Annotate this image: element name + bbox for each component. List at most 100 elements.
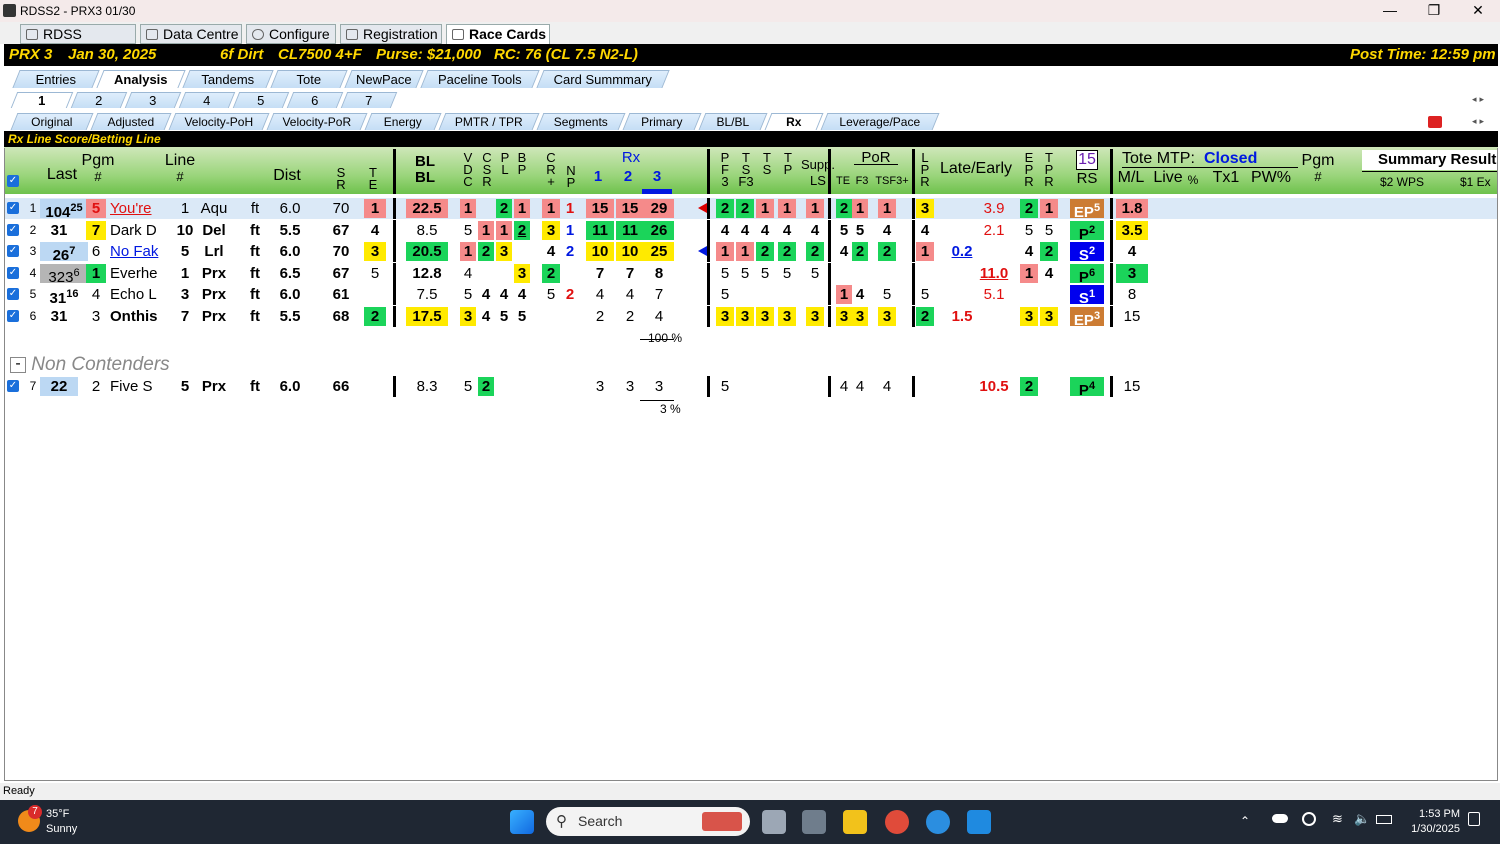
divider <box>393 376 396 397</box>
cell-name[interactable]: Everhe <box>110 264 166 283</box>
race-tabs-scroll-arrows[interactable]: ◂▸ <box>1472 94 1487 105</box>
table-row[interactable]: ✓ 5 3116 4 Echo L 3 Prx ft 6.0 61 7.5 5 4 4 4 5 2 4 4 7 5 1 4 5… <box>4 284 1498 307</box>
cell-ls: 3 <box>806 307 824 326</box>
cell-name[interactable]: Echo L <box>110 285 166 304</box>
notifications-icon[interactable] <box>1468 812 1480 826</box>
volume-icon[interactable]: 🔈 <box>1354 811 1370 827</box>
tab-race-4[interactable]: 4 <box>178 92 236 108</box>
export-icon[interactable] <box>1428 116 1442 128</box>
collapse-toggle[interactable]: - <box>10 356 26 373</box>
col-por-tsf3: TSF3+ <box>875 175 909 187</box>
tab-pmtr-tpr[interactable]: PMTR / TPR <box>438 113 540 130</box>
tab-configure[interactable]: Configure <box>246 24 336 44</box>
table-row[interactable]: ✓ 7 22 2 Five S 5 Prx ft 6.0 66 8.3 5 2 3 3 3 5 4 4 4 10.5 2 1… <box>4 376 1498 399</box>
tab-entries[interactable]: Entries <box>12 70 100 88</box>
row-checkbox[interactable]: ✓ <box>7 202 19 214</box>
help-icon[interactable] <box>926 810 950 834</box>
non-contenders-section[interactable]: - Non Contenders <box>10 354 170 376</box>
clock-time[interactable]: 1:53 PM <box>1404 808 1460 820</box>
tab-registration[interactable]: Registration <box>340 24 442 44</box>
search-box[interactable]: ⚲ Search <box>546 807 750 836</box>
tab-race-2[interactable]: 2 <box>70 92 128 108</box>
tab-primary[interactable]: Primary <box>622 113 702 130</box>
divider <box>393 198 396 219</box>
cell-early: 11.0 <box>979 264 1009 282</box>
cell-name[interactable]: No Fak <box>110 242 166 261</box>
run-style-badge: S1 <box>1070 285 1104 307</box>
row-checkbox[interactable]: ✓ <box>7 245 19 258</box>
rdss-app-icon[interactable] <box>802 810 826 834</box>
tab-original[interactable]: Original <box>10 113 94 130</box>
cell-name[interactable]: You're <box>110 199 166 218</box>
tab-bl-bl[interactable]: BL/BL <box>698 113 768 130</box>
chevron-up-icon[interactable]: ⌃ <box>1240 814 1250 828</box>
start-button[interactable] <box>510 810 534 834</box>
tab-card-summary[interactable]: Card Summmary <box>536 70 670 88</box>
run-style: EP <box>1073 312 1094 329</box>
tab-rdss-desktop[interactable]: RDSS Desktop <box>20 24 136 60</box>
cell-rx2: 15 <box>616 199 644 218</box>
cell-ml: 3.5 <box>1116 220 1148 240</box>
battery-icon[interactable] <box>1376 815 1392 824</box>
cell-name[interactable]: Onthis <box>110 307 166 326</box>
table-row[interactable]: ✓ 3 267 6 No Fak 5 Lrl ft 6.0 70 3 20.5 1 2 3 4 2 10 10 25 1… <box>4 241 1498 264</box>
cell-name[interactable]: Five S <box>110 377 166 396</box>
tab-race-7[interactable]: 7 <box>340 92 398 108</box>
tab-race-6[interactable]: 6 <box>286 92 344 108</box>
chrome-icon[interactable] <box>885 810 909 834</box>
tab-segments[interactable]: Segments <box>536 113 626 130</box>
clock-date[interactable]: 1/30/2025 <box>1404 823 1460 835</box>
tab-newpace[interactable]: NewPace <box>344 70 424 88</box>
wifi-icon[interactable]: ≋ <box>1332 811 1343 827</box>
search-label: Search <box>578 813 623 829</box>
minimize-button[interactable]: — <box>1368 0 1412 22</box>
app-icon-blue[interactable] <box>967 810 991 834</box>
close-button[interactable]: ✕ <box>1456 0 1500 22</box>
maximize-button[interactable]: ❐ <box>1412 0 1456 22</box>
cell-name[interactable]: Dark D <box>110 221 166 240</box>
tab-adjusted[interactable]: Adjusted <box>90 113 172 130</box>
last-superscript: 6 <box>73 266 80 279</box>
tab-race-cards[interactable]: Race Cards <box>446 24 550 44</box>
table-row[interactable]: ✓ 2 31 7 Dark D 10 Del ft 5.5 67 4 8.5 5 1 1 2 3 1 11 11 26 4… <box>4 219 1498 243</box>
tab-tandems[interactable]: Tandems <box>182 70 274 88</box>
cell-bp: 2 <box>514 220 530 240</box>
search-icon: ⚲ <box>556 813 567 830</box>
tab-leverage-pace[interactable]: Leverage/Pace <box>820 113 940 130</box>
tab-velocity-por[interactable]: Velocity-PoR <box>266 113 368 130</box>
tab-energy[interactable]: Energy <box>364 113 442 130</box>
tab-tote[interactable]: Tote <box>270 70 348 88</box>
sync-icon[interactable] <box>1302 812 1316 826</box>
sub-tabs-scroll-arrows[interactable]: ◂▸ <box>1472 116 1487 127</box>
row-checkbox[interactable]: ✓ <box>7 266 19 279</box>
tab-race-1[interactable]: 1 <box>10 92 74 108</box>
task-view-icon[interactable] <box>762 810 786 834</box>
cell-ts: 1 <box>756 199 774 218</box>
row-checkbox[interactable]: ✓ <box>7 288 19 301</box>
tab-race-5[interactable]: 5 <box>232 92 290 108</box>
row-checkbox[interactable]: ✓ <box>7 380 19 392</box>
row-checkbox[interactable]: ✓ <box>7 223 19 236</box>
tab-paceline-tools[interactable]: Paceline Tools <box>420 70 540 88</box>
row-checkbox[interactable]: ✓ <box>7 310 19 322</box>
summary-results-header[interactable]: Summary Results <box>1362 150 1498 170</box>
table-row[interactable]: ✓ 6 31 3 Onthis 7 Prx ft 5.5 68 2 17.5 3 4 5 5 2 2 4 3 3 3 3 3 3… <box>4 306 1498 329</box>
select-all-checkbox[interactable]: ✓ <box>7 175 19 187</box>
tab-data-centre[interactable]: Data Centre <box>140 24 242 44</box>
tab-analysis[interactable]: Analysis <box>96 70 186 88</box>
cell-vdc: 3 <box>460 307 476 326</box>
cloud-icon[interactable] <box>1272 814 1288 823</box>
race-rc: RC: 76 (CL 7.5 N2-L) <box>494 46 638 63</box>
table-row[interactable]: ✓ 4 3236 1 Everhe 1 Prx ft 6.5 67 5 12.8 4 3 2 7 7 8 5 5 5 5 5… <box>4 262 1498 286</box>
col-last: Last <box>46 166 78 183</box>
table-row[interactable]: ✓ 1 10425 5 You're 1 Aqu ft 6.0 70 1 22.5 1 2 1 1 1 15 15 2… <box>4 198 1498 221</box>
tab-velocity-poh[interactable]: Velocity-PoH <box>168 113 270 130</box>
tab-rx[interactable]: Rx <box>764 113 824 130</box>
file-explorer-icon[interactable] <box>843 810 867 834</box>
cell-lpr: 5 <box>920 286 930 304</box>
title-bar: RDSS2 - PRX3 01/30 — ❐ ✕ <box>0 0 1500 22</box>
tab-race-3[interactable]: 3 <box>124 92 182 108</box>
tab-label: Rx <box>786 115 802 129</box>
cell-early: 3.9 <box>983 200 1005 217</box>
tote-status: Closed <box>1204 150 1258 167</box>
